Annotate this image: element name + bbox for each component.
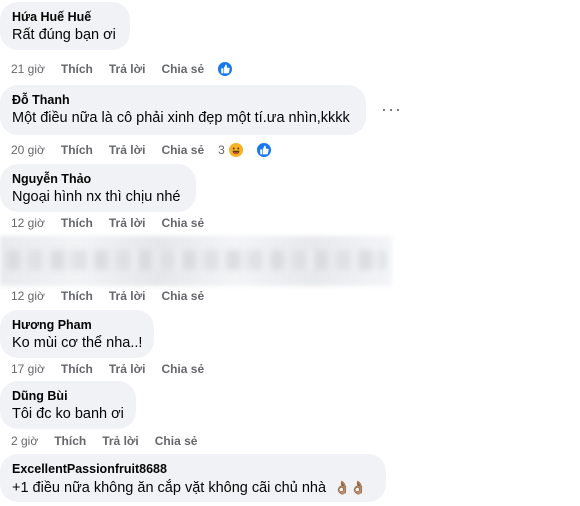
comment-text: +1 điều nữa không ăn cắp vặt không cãi c… — [12, 478, 374, 498]
comment-actions: 12 giờ Thích Trả lời Chia sẻ — [11, 216, 220, 230]
comment-text: Ko mùi cơ thể nha..! — [12, 335, 143, 351]
comment-time[interactable]: 12 giờ — [11, 216, 45, 230]
comment-author[interactable]: Nguyễn Thảo — [12, 171, 184, 187]
comment-actions: 17 giờ Thích Trả lời Chia sẻ — [11, 362, 220, 376]
share-button[interactable]: Chia sẻ — [161, 216, 204, 230]
like-button[interactable]: Thích — [61, 362, 93, 376]
comment-actions: 2 giờ Thích Trả lời Chia sẻ — [11, 434, 213, 448]
comment-bubble: Hứa Huế Huế Rất đúng bạn ơi — [0, 2, 130, 50]
thumbs-up-icon — [254, 141, 273, 159]
comment-text: Tôi đc ko banh ơi — [12, 406, 124, 422]
comment-author[interactable]: Dũng Bùi — [12, 388, 124, 404]
comment-bubble: ExcellentPassionfruit8688 +1 điều nữa kh… — [0, 454, 386, 502]
share-button[interactable]: Chia sẻ — [161, 62, 204, 76]
comment-bubble: Đỗ Thanh Một điều nữa là cô phải xinh đẹ… — [0, 85, 366, 135]
share-button[interactable]: Chia sẻ — [161, 289, 204, 303]
comment-actions: 20 giờ Thích Trả lời Chia sẻ 3 — [11, 141, 305, 159]
comment-actions: 21 giờ Thích Trả lời Chia sẻ — [11, 60, 266, 78]
comment-text-body: +1 điều nữa không ăn cắp vặt không cãi c… — [12, 480, 327, 496]
like-button[interactable]: Thích — [61, 289, 93, 303]
comment-bubble: Nguyễn Thảo Ngoại hình nx thì chịu nhé — [0, 164, 196, 212]
laughing-face-icon — [226, 141, 245, 159]
comment-actions: 12 giờ Thích Trả lời Chia sẻ — [11, 289, 220, 303]
comment-bubble: Dũng Bùi Tôi đc ko banh ơi — [0, 381, 136, 429]
reaction-count: 3 — [218, 143, 225, 157]
comment-text: Một điều nữa là cô phải xinh đẹp một tí.… — [12, 110, 350, 126]
comment-author[interactable]: Hương Pham — [12, 317, 142, 333]
comment-text: Rất đúng bạn ơi — [12, 27, 116, 43]
reply-button[interactable]: Trả lời — [109, 143, 146, 157]
reply-button[interactable]: Trả lời — [109, 362, 146, 376]
comment-time[interactable]: 2 giờ — [11, 434, 38, 448]
reaction-summary[interactable]: 3 — [218, 141, 289, 159]
reply-button[interactable]: Trả lời — [109, 62, 146, 76]
blurred-comment-content — [6, 250, 386, 270]
reaction-summary[interactable] — [216, 60, 250, 78]
comment-time[interactable]: 17 giờ — [11, 362, 45, 376]
comment-author[interactable]: ExcellentPassionfruit8688 — [12, 461, 374, 477]
reply-button[interactable]: Trả lời — [109, 216, 146, 230]
share-button[interactable]: Chia sẻ — [161, 143, 204, 157]
ok-hand-emoji: 👌🏽👌🏽 — [334, 480, 367, 495]
like-button[interactable]: Thích — [61, 216, 93, 230]
share-button[interactable]: Chia sẻ — [155, 434, 198, 448]
share-button[interactable]: Chia sẻ — [161, 362, 204, 376]
reply-button[interactable]: Trả lời — [109, 289, 146, 303]
thumbs-up-icon — [216, 60, 235, 78]
comment-text: Ngoại hình nx thì chịu nhé — [12, 189, 181, 205]
reply-button[interactable]: Trả lời — [102, 434, 139, 448]
comment-time[interactable]: 20 giờ — [11, 143, 45, 157]
like-button[interactable]: Thích — [54, 434, 86, 448]
comment-bubble: Hương Pham Ko mùi cơ thể nha..! — [0, 310, 154, 358]
comment-author[interactable]: Hứa Huế Huế — [12, 9, 118, 25]
comment-author[interactable]: Đỗ Thanh — [12, 92, 354, 108]
more-options-icon[interactable]: ··· — [381, 100, 402, 118]
like-button[interactable]: Thích — [61, 62, 93, 76]
comment-time[interactable]: 21 giờ — [11, 62, 45, 76]
comment-time[interactable]: 12 giờ — [11, 289, 45, 303]
like-button[interactable]: Thích — [61, 143, 93, 157]
